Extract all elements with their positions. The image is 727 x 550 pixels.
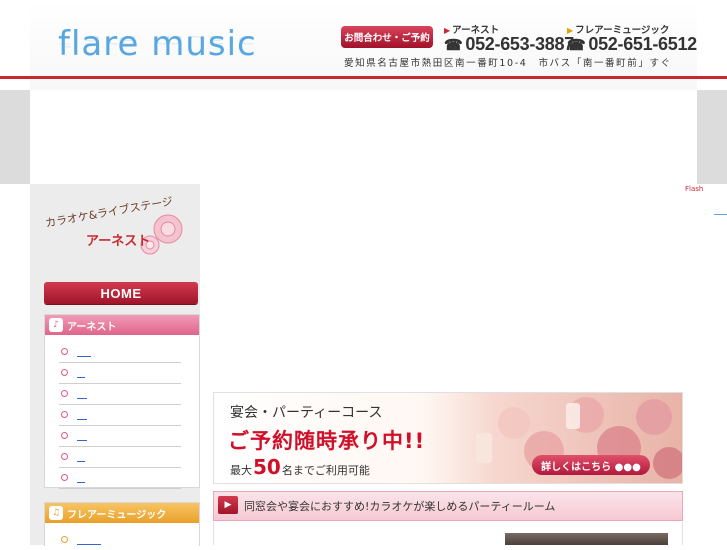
bullet-icon [61,390,68,397]
telephone-icon: ☎ [444,36,463,54]
menu-item[interactable] [59,425,181,447]
menu-header-earnest: ♪ アーネスト [45,315,199,335]
menu-item[interactable] [59,404,181,426]
banner-headline: ご予約随時承り中!! [228,429,426,453]
menu-link[interactable] [77,345,91,357]
arrow-right-icon: ▶ [218,496,238,514]
bullet-icon [61,369,68,376]
menu-flare-music: ♫ フレアーミュージック [44,502,200,546]
menu-link[interactable] [77,366,85,378]
menu-earnest: ♪ アーネスト [44,314,200,489]
microphone-icon: ♪ [49,318,63,332]
bullet-icon [61,536,68,543]
phone-earnest: ☎ 052-653-3887 [444,34,574,54]
menu-item[interactable] [59,446,181,468]
flash-accent-line [714,214,727,215]
earnest-brand-logo[interactable]: カラオケ&ライブステージ アーネスト [40,195,190,265]
bullet-icon [61,348,68,355]
left-gutter [0,90,30,184]
right-gutter [697,90,727,184]
party-room-photo [505,533,668,545]
flash-notice: Flash [685,185,704,193]
menu-link[interactable] [77,450,85,462]
menu-item[interactable] [59,529,181,550]
menu-link[interactable] [77,429,87,441]
menu-item[interactable] [59,341,181,363]
capacity-prefix: 最大 [230,464,252,477]
telephone-icon: ☎ [567,36,586,54]
capacity-number: 50 [253,455,281,479]
menu-item[interactable] [59,467,181,489]
menu-link[interactable] [77,387,87,399]
menu-item[interactable] [59,383,181,405]
menu-item[interactable] [59,362,181,384]
header-divider [0,76,727,79]
headphones-icon: ♫ [49,506,63,520]
banner-more-button[interactable]: 詳しくはこちら ●●● [532,455,650,475]
bullet-icon [61,474,68,481]
menu-title: アーネスト [67,321,117,333]
phone-flare-music: ☎ 052-651-6512 [567,34,697,54]
menu-link[interactable] [77,533,101,545]
menu-link[interactable] [77,471,85,483]
flash-area-band [0,90,727,184]
home-button[interactable]: HOME [44,282,198,304]
menu-header-flare-music: ♫ フレアーミュージック [45,503,199,523]
brand-name: アーネスト [86,234,150,249]
site-logo-reflection: flare music [58,32,257,50]
bullet-icon [61,411,68,418]
bullet-icon [61,432,68,439]
store-address: 愛知県名古屋市熱田区南一番町10-4 市バス「南一番町前」すぐ [344,58,672,69]
contact-reservation-button[interactable]: お問合わせ・ご予約 [341,26,433,48]
menu-title: フレアーミュージック [67,509,167,521]
banner-capacity: 最大 50 名までご利用可能 [230,455,370,479]
menu-link[interactable] [77,408,87,420]
capacity-suffix: 名までご利用可能 [281,464,370,477]
bullet-icon [61,453,68,460]
section-heading: 同窓会や宴会におすすめ!カラオケが楽しめるパーティールーム [244,500,556,513]
banner-title: 宴会・パーティーコース [230,405,383,421]
